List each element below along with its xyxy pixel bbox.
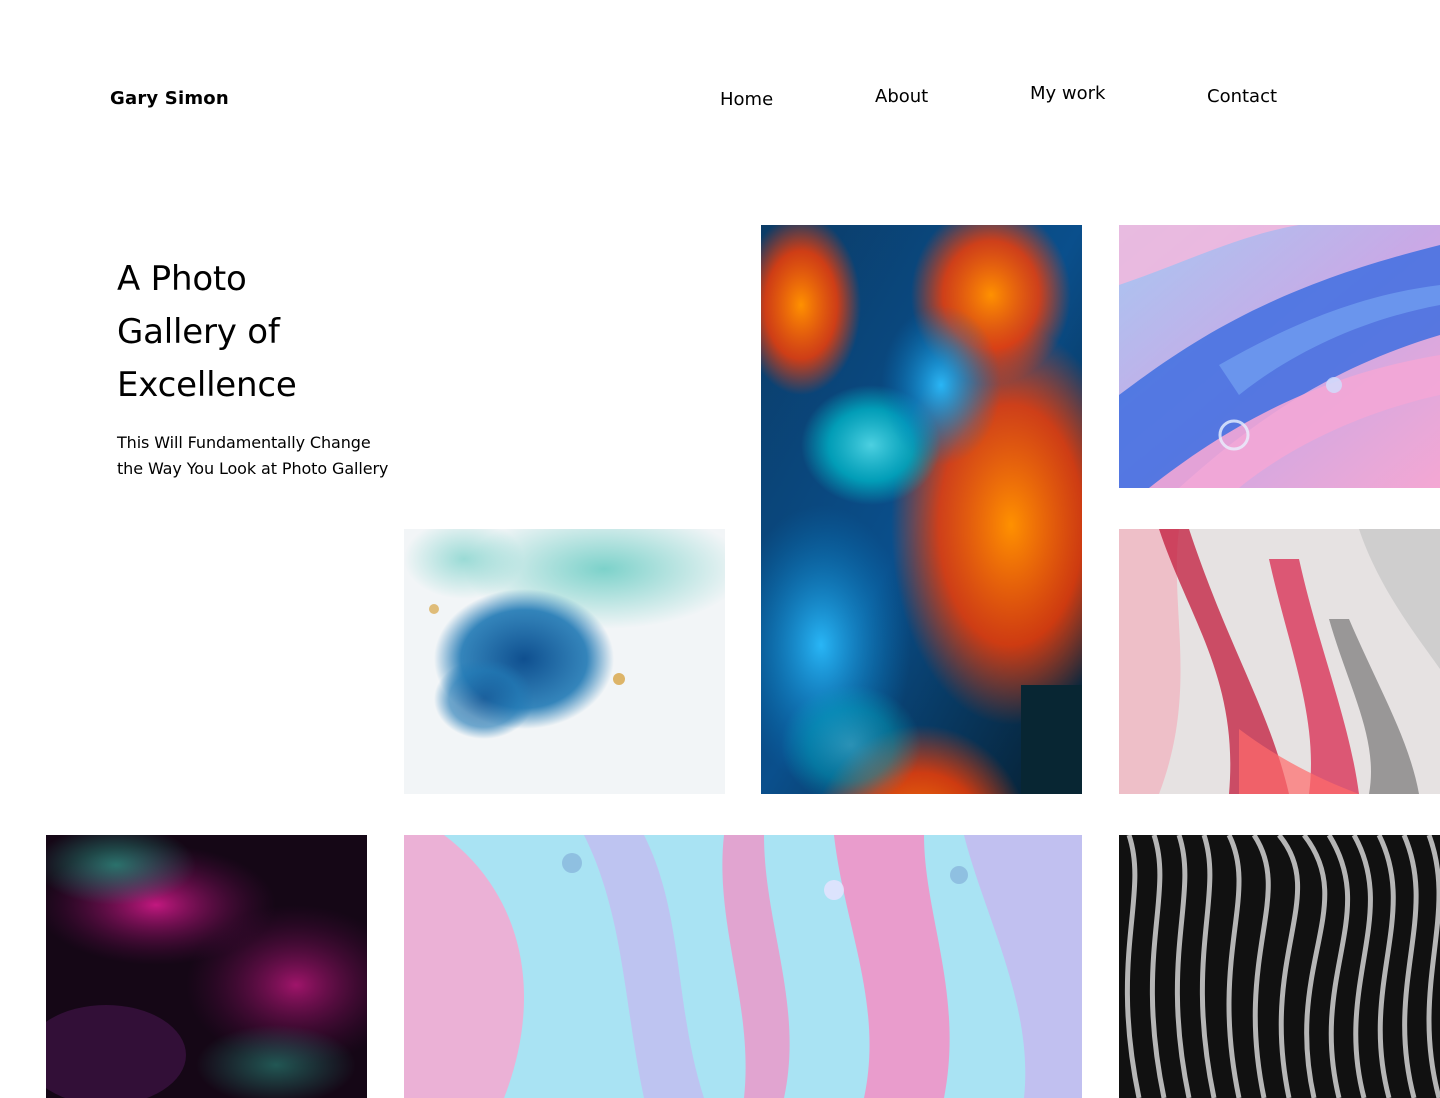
gallery-image-red-marble[interactable] [1119,529,1440,794]
logo[interactable]: Gary Simon [110,88,229,109]
gallery-image-blue-fluid[interactable] [1119,225,1440,488]
hero-title-line-2: Gallery of [117,312,280,352]
hero-title-line-1: A Photo [117,259,247,299]
blue-pink-fluid-art-photo [1119,225,1440,488]
teal-blue-splash-photo [404,529,725,794]
nav-my-work[interactable]: My work [1030,83,1105,104]
hero-subtitle: This Will Fundamentally Change the Way Y… [117,433,389,478]
nav-home[interactable]: Home [720,89,773,110]
nav-contact[interactable]: Contact [1207,86,1277,107]
purple-fractal-photo [46,835,367,1098]
gallery-image-fractal[interactable] [46,835,367,1098]
red-gray-marble-photo [1119,529,1440,794]
gallery-image-pastel-fluid[interactable] [404,835,1082,1098]
gallery-image-splash[interactable] [404,529,725,794]
colorful-smoke-photo [761,225,1082,794]
gallery-image-monochrome-waves[interactable] [1119,835,1440,1098]
pastel-fluid-art-photo [404,835,1082,1098]
nav-about[interactable]: About [875,86,928,107]
gallery-image-smoke[interactable] [761,225,1082,794]
hero-title: A Photo Gallery of Excellence [117,253,417,412]
monochrome-wave-photo [1119,835,1440,1098]
hero-title-line-3: Excellence [117,365,297,405]
